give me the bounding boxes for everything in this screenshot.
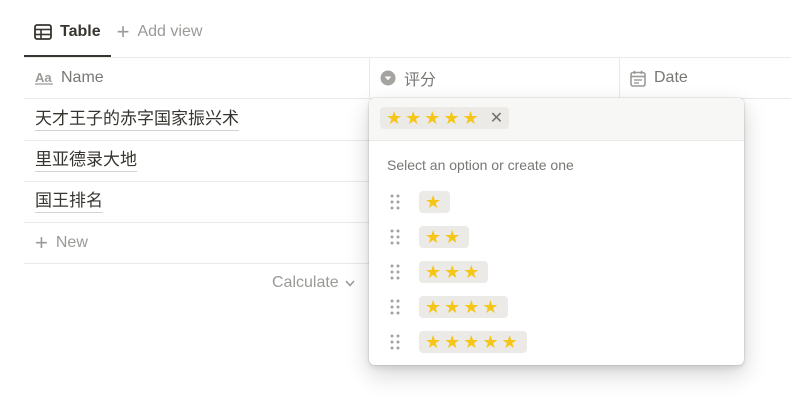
option-tag[interactable]: ★★★★★ <box>419 331 527 353</box>
drag-handle-icon[interactable] <box>389 194 401 210</box>
remove-tag-icon[interactable]: ✕ <box>490 108 503 128</box>
add-view-label: Add view <box>137 23 203 40</box>
calculate-label: Calculate <box>272 274 339 291</box>
column-header-date[interactable]: Date <box>630 58 688 98</box>
select-options-popup: ★★★★★ ✕ Select an option or create one ★… <box>369 98 744 365</box>
column-divider <box>619 57 620 99</box>
column-header-label: Date <box>654 69 688 86</box>
svg-text:Aa: Aa <box>35 71 52 85</box>
select-chevron-icon <box>380 70 396 86</box>
drag-handle-icon[interactable] <box>389 264 401 280</box>
column-header-rating[interactable]: 评分 <box>380 58 436 98</box>
table-row[interactable]: 里亚德录大地 <box>35 140 137 181</box>
row-name-cell[interactable]: 里亚德录大地 <box>35 149 137 172</box>
column-header-label: 评分 <box>404 72 437 89</box>
plus-icon: + <box>35 230 48 255</box>
selected-tag[interactable]: ★★★★★ ✕ <box>380 107 510 129</box>
column-divider <box>369 57 370 99</box>
option-item[interactable]: ★ <box>389 188 527 216</box>
tab-table-label: Table <box>60 23 101 40</box>
option-tag[interactable]: ★★★★ <box>419 296 508 318</box>
new-row-label: New <box>55 234 88 251</box>
tab-table[interactable]: Table <box>24 14 111 57</box>
drag-handle-icon[interactable] <box>389 229 401 245</box>
calendar-icon <box>630 70 646 87</box>
row-divider <box>24 263 369 264</box>
row-name-cell[interactable]: 天才王子的赤字国家振兴术 <box>35 108 239 131</box>
table-row[interactable]: 国王排名 <box>35 181 103 222</box>
option-tag[interactable]: ★ <box>419 191 451 213</box>
column-header-label: Name <box>61 69 104 86</box>
option-list: ★ ★★ ★★★ ★★★★ ★★★★★ <box>389 188 527 356</box>
add-view-button[interactable]: + Add view <box>111 14 213 50</box>
plus-icon: + <box>116 19 130 44</box>
option-item[interactable]: ★★ <box>389 223 527 251</box>
star-rating: ★★★★★ <box>386 108 482 128</box>
calculate-button[interactable]: Calculate <box>272 274 355 292</box>
options-hint: Select an option or create one <box>387 157 574 173</box>
drag-handle-icon[interactable] <box>389 334 401 350</box>
star-rating: ★★ <box>425 227 464 247</box>
row-name-cell[interactable]: 国王排名 <box>35 190 103 213</box>
option-item[interactable]: ★★★★ <box>389 293 527 321</box>
star-rating: ★★★ <box>425 262 483 282</box>
star-rating: ★★★★ <box>425 297 502 317</box>
column-header-name[interactable]: Aa Name <box>35 58 104 98</box>
view-tabs: Table + Add view <box>24 14 212 57</box>
table-icon <box>34 24 52 40</box>
option-item[interactable]: ★★★★★ <box>389 328 527 356</box>
option-tag[interactable]: ★★ <box>419 226 470 248</box>
table-row[interactable]: 天才王子的赤字国家振兴术 <box>35 99 239 140</box>
option-tag[interactable]: ★★★ <box>419 261 489 283</box>
selected-values-bar[interactable]: ★★★★★ ✕ <box>369 98 744 141</box>
chevron-down-icon <box>345 280 355 287</box>
new-row-button[interactable]: + New <box>35 223 88 263</box>
drag-handle-icon[interactable] <box>389 299 401 315</box>
star-rating: ★★★★★ <box>425 332 521 352</box>
star-rating: ★ <box>425 192 445 212</box>
option-item[interactable]: ★★★ <box>389 258 527 286</box>
text-aa-icon: Aa <box>35 71 53 85</box>
